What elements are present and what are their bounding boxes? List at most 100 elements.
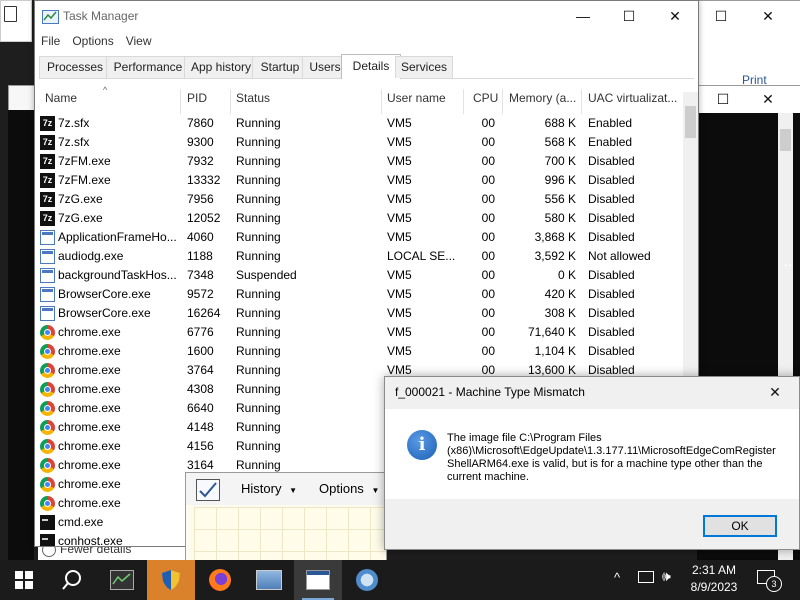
ok-button[interactable]: OK (703, 515, 777, 537)
console-scroll-thumb[interactable] (780, 129, 791, 151)
table-row[interactable]: chrome.exe 1600 Running VM5 00 1,104 K Disable… (35, 342, 683, 361)
grid-canvas[interactable] (194, 507, 386, 563)
column-divider[interactable] (463, 89, 464, 114)
taskbar-tool-app[interactable] (343, 560, 391, 600)
close-icon[interactable]: ✕ (652, 1, 698, 31)
tab-startup[interactable]: Startup (252, 56, 308, 78)
cell-status: Running (236, 401, 281, 415)
cell-uac: Disabled (588, 325, 635, 339)
tab-app-history[interactable]: App history (184, 56, 258, 78)
menu-options[interactable]: Options ▼ (319, 481, 379, 496)
table-row[interactable]: 7zFM.exe 7932 Running VM5 00 700 K Disabled (35, 152, 683, 171)
chrome-icon (40, 458, 55, 473)
cell-uac: Disabled (588, 154, 635, 168)
cell-pid: 12052 (187, 211, 221, 225)
taskbar-shield-app[interactable] (147, 560, 195, 600)
terminal-window-left (8, 110, 34, 565)
minimize-icon[interactable]: — (560, 1, 606, 31)
table-row[interactable]: 7zG.exe 7956 Running VM5 00 556 K Disabled (35, 190, 683, 209)
taskbar-control-panel-app[interactable] (245, 560, 293, 600)
cell-user: VM5 (387, 306, 412, 320)
menu-options[interactable]: Options (66, 32, 119, 50)
cell-mem: 3,868 K (534, 230, 576, 244)
table-row[interactable]: 7zFM.exe 13332 Running VM5 00 996 K Disabled (35, 171, 683, 190)
cell-name: chrome.exe (58, 496, 121, 510)
background-window-right[interactable]: ☐ ✕ Print (697, 0, 800, 87)
cell-uac: Enabled (588, 116, 633, 130)
taskbar-task-manager-app[interactable] (98, 560, 146, 600)
column-pid[interactable]: PID (187, 91, 227, 113)
column-divider[interactable] (381, 89, 382, 114)
search-button[interactable] (48, 560, 96, 600)
fewer-details-label[interactable]: Fewer details (60, 547, 131, 556)
table-row[interactable]: audiodg.exe 1188 Running LOCAL SE... 00 3,592… (35, 247, 683, 266)
cell-pid: 9572 (187, 287, 214, 301)
cell-cpu: 00 (481, 211, 495, 225)
maximize-icon[interactable]: ☐ (698, 1, 744, 31)
cell-cpu: 00 (481, 268, 495, 282)
fewer-details-link[interactable]: Fewer details (38, 547, 188, 560)
menu-view[interactable]: View (120, 32, 158, 50)
console-window-titlebar[interactable]: ☐ ✕ (697, 85, 800, 115)
column-memory[interactable]: Memory (a... (509, 91, 579, 113)
table-row[interactable]: BrowserCore.exe 16264 Running VM5 00 308 K Dis… (35, 304, 683, 323)
close-icon[interactable]: ✕ (748, 84, 788, 114)
column-cpu[interactable]: CPU (473, 91, 503, 113)
cell-status: Running (236, 211, 281, 225)
cell-pid: 4308 (187, 382, 214, 396)
cell-uac: Disabled (588, 192, 635, 206)
taskbar-console-app[interactable] (294, 560, 342, 600)
cell-name: BrowserCore.exe (58, 287, 151, 301)
column-user-name[interactable]: User name (387, 91, 459, 113)
table-row[interactable]: chrome.exe 6776 Running VM5 00 71,640 K Disabl… (35, 323, 683, 342)
history-window: History ▼ Options ▼ (185, 472, 387, 564)
cell-uac: Disabled (588, 344, 635, 358)
taskbar-firefox-app[interactable] (196, 560, 244, 600)
close-icon[interactable]: ✕ (745, 1, 791, 31)
menu-file[interactable]: File (35, 32, 66, 50)
close-icon[interactable]: ✕ (753, 377, 797, 407)
column-uac-virtualization[interactable]: UAC virtualizat... (588, 91, 678, 113)
taskbar: ^ 🕪 2:31 AM 8/9/2023 3 (0, 560, 800, 600)
cell-uac: Disabled (588, 173, 635, 187)
cell-mem: 0 K (557, 268, 576, 282)
chevron-up-icon[interactable]: ^ (614, 570, 620, 585)
maximize-icon[interactable]: ☐ (606, 1, 652, 31)
7zip-icon (40, 211, 55, 226)
windows-logo-icon (15, 571, 33, 589)
console-app-icon (306, 570, 330, 590)
menu-options-label: Options (319, 481, 364, 496)
scroll-thumb[interactable] (685, 106, 696, 138)
table-row[interactable]: 7zG.exe 12052 Running VM5 00 580 K Disabled (35, 209, 683, 228)
column-status[interactable]: Status (236, 91, 316, 113)
cell-status: Running (236, 420, 281, 434)
cell-cpu: 00 (481, 287, 495, 301)
cell-user: VM5 (387, 325, 412, 339)
volume-icon[interactable]: 🕪 (662, 568, 671, 585)
cell-name: chrome.exe (58, 363, 121, 377)
column-divider[interactable] (581, 89, 582, 114)
table-row[interactable]: backgroundTaskHos... 7348 Suspended VM5 00 0 … (35, 266, 683, 285)
tab-details[interactable]: Details (341, 54, 401, 79)
maximize-icon[interactable]: ☐ (703, 84, 743, 114)
start-button[interactable] (0, 560, 48, 600)
column-divider[interactable] (230, 89, 231, 114)
cell-name: chrome.exe (58, 401, 121, 415)
network-icon[interactable] (638, 571, 654, 583)
tab-processes[interactable]: Processes (39, 56, 111, 78)
taskbar-clock[interactable]: 2:31 AM 8/9/2023 (684, 562, 744, 596)
menu-history[interactable]: History ▼ (241, 481, 297, 496)
tab-services[interactable]: Services (395, 56, 453, 78)
app-icon (40, 306, 55, 321)
cell-status: Running (236, 154, 281, 168)
cell-name: chrome.exe (58, 325, 121, 339)
tab-performance[interactable]: Performance (106, 56, 190, 78)
table-row[interactable]: BrowserCore.exe 9572 Running VM5 00 420 K Disa… (35, 285, 683, 304)
table-row[interactable]: ApplicationFrameHo... 4060 Running VM5 00 3,8… (35, 228, 683, 247)
table-row[interactable]: 7z.sfx 7860 Running VM5 00 688 K Enabled (35, 114, 683, 133)
column-divider[interactable] (180, 89, 181, 114)
column-name[interactable]: Name (45, 91, 175, 113)
title-bar[interactable]: Task Manager — ☐ ✕ (35, 1, 698, 32)
table-row[interactable]: 7z.sfx 9300 Running VM5 00 568 K Enabled (35, 133, 683, 152)
column-divider[interactable] (502, 89, 503, 114)
